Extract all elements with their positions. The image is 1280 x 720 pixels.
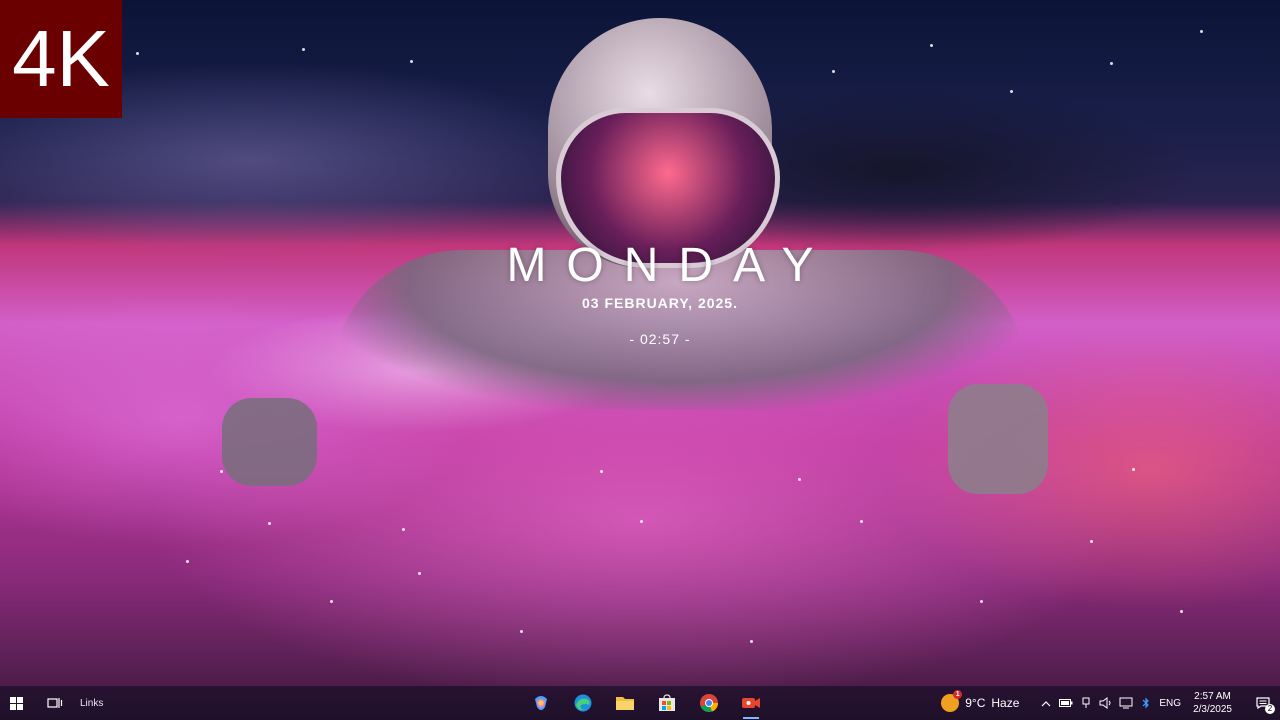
bluetooth-icon[interactable] (1139, 696, 1153, 710)
4k-badge: 4K (0, 0, 122, 118)
weather-widget[interactable]: 1 9°C Haze (941, 690, 1020, 712)
links-toolbar[interactable]: Links (80, 698, 103, 709)
astronaut-left-glove (222, 398, 317, 486)
weather-sun-icon: 1 (941, 690, 963, 712)
weather-condition: Haze (991, 696, 1020, 710)
time-label: - 02:57 - (629, 331, 691, 347)
clock-time: 2:57 AM (1194, 691, 1231, 702)
edge-browser-icon (574, 694, 592, 712)
battery-icon[interactable] (1059, 696, 1073, 710)
chrome-icon (700, 694, 718, 713)
taskbar-apps (520, 686, 772, 720)
video-camera-icon (742, 698, 760, 708)
desktop-wallpaper (0, 0, 1280, 720)
folder-icon (616, 697, 634, 710)
windows-logo-icon (9, 696, 23, 710)
4k-badge-label: 4K (12, 14, 110, 103)
usb-icon[interactable] (1079, 696, 1093, 710)
taskbar: Links 1 9°C Haze ENG 2:57 AM 2/3/2025 2 (0, 686, 1280, 720)
notification-center-button[interactable]: 2 (1246, 686, 1280, 720)
astronaut-right-glove (948, 384, 1048, 494)
copilot-button[interactable] (520, 686, 562, 720)
date-label: 03 FEBRUARY, 2025. (582, 295, 738, 311)
task-view-icon (47, 698, 63, 708)
weather-temperature: 9°C (965, 696, 986, 710)
clock-date: 2/3/2025 (1193, 704, 1232, 715)
system-tray (1039, 696, 1153, 710)
chrome-button[interactable] (688, 686, 730, 720)
chevron-up-icon[interactable] (1039, 696, 1053, 710)
copilot-icon (535, 696, 547, 710)
store-button[interactable] (646, 686, 688, 720)
edge-button[interactable] (562, 686, 604, 720)
volume-icon[interactable] (1099, 696, 1113, 710)
weather-alert-badge: 1 (953, 690, 963, 699)
taskbar-clock[interactable]: 2:57 AM 2/3/2025 (1193, 690, 1232, 716)
network-icon[interactable] (1119, 696, 1133, 710)
store-icon (659, 694, 675, 711)
weekday-label: MONDAY (506, 239, 834, 292)
notification-count-badge: 2 (1265, 704, 1275, 714)
date-time-widget: MONDAY 03 FEBRUARY, 2025. - 02:57 - (440, 238, 880, 347)
start-button[interactable] (0, 686, 32, 720)
language-indicator[interactable]: ENG (1159, 698, 1181, 709)
file-explorer-button[interactable] (604, 686, 646, 720)
task-view-button[interactable] (40, 686, 70, 720)
recorder-button[interactable] (730, 686, 772, 720)
